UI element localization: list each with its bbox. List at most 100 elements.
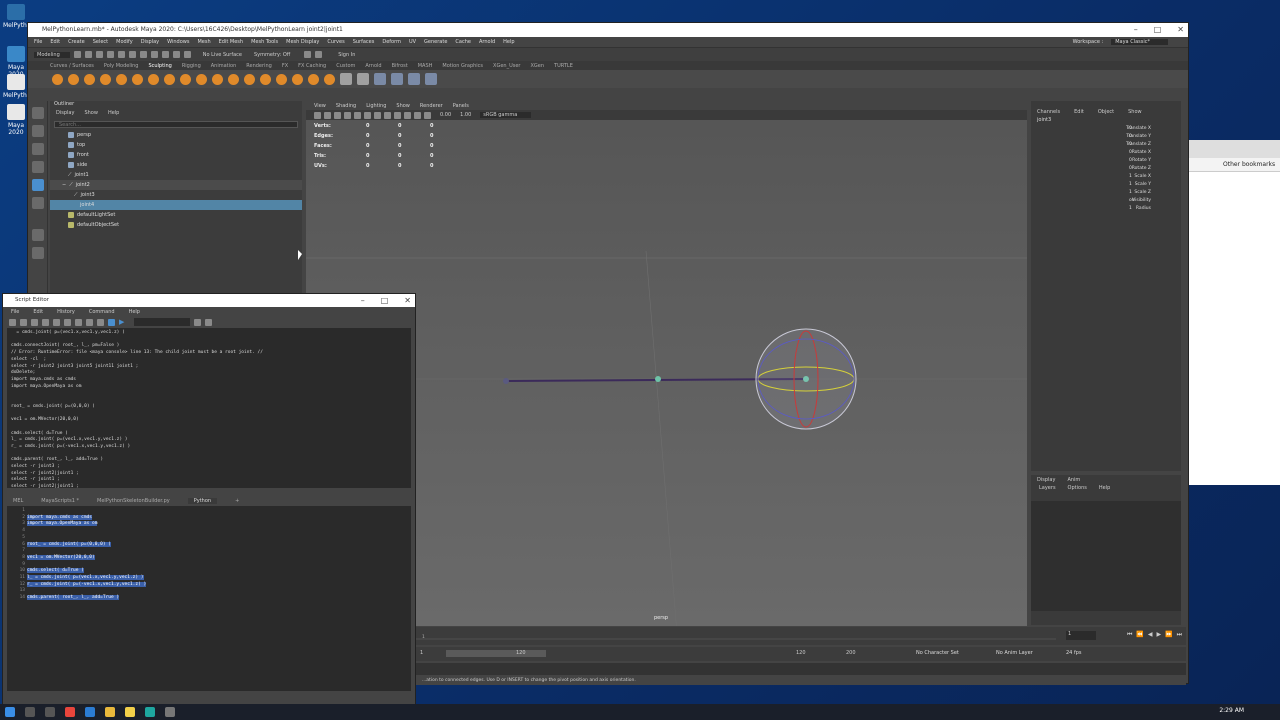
execute-all-icon[interactable]: ▶ <box>119 318 124 326</box>
anim-layer-tab[interactable]: Anim <box>1067 477 1080 483</box>
menu-edit[interactable]: Edit <box>50 39 60 45</box>
search-field[interactable] <box>134 318 191 326</box>
layers-menu[interactable]: Layers <box>1039 485 1056 491</box>
outliner-row[interactable]: ⟋ joint1 <box>50 170 302 180</box>
live-surface[interactable]: No Live Surface <box>203 52 242 58</box>
viewport-menu[interactable]: Show <box>396 103 410 109</box>
anim-end-field[interactable]: 200 <box>846 650 856 656</box>
playback-end-field[interactable]: 120 <box>796 650 806 656</box>
menu-generate[interactable]: Generate <box>424 39 447 45</box>
collapse-icon[interactable]: − <box>62 182 66 188</box>
lasso-tool-icon[interactable] <box>31 125 44 137</box>
desktop-icon[interactable]: MelPythonL... <box>3 4 43 29</box>
se-menu-file[interactable]: File <box>11 309 19 315</box>
textured-icon[interactable] <box>404 111 411 119</box>
move-tool-icon[interactable] <box>31 161 44 173</box>
maximize-icon[interactable]: □ <box>1154 23 1162 37</box>
history-output[interactable]: = cmds.joint( p=(vec1.x,vec1.y,vec1.z) )… <box>7 328 411 489</box>
snap-grid-icon[interactable] <box>161 51 169 58</box>
help-menu[interactable]: Help <box>1099 485 1110 491</box>
show-both-icon[interactable] <box>108 318 115 326</box>
shelf-tab[interactable]: Rigging <box>182 63 201 69</box>
edge-icon[interactable] <box>85 707 95 717</box>
menu-deform[interactable]: Deform <box>382 39 401 45</box>
pinch-tool-icon[interactable] <box>116 73 127 85</box>
symmetry-setting[interactable]: Symmetry: Off <box>254 52 290 58</box>
image-plane-icon[interactable] <box>344 111 351 119</box>
camera-attr-icon[interactable] <box>324 111 331 119</box>
menu-mesh-display[interactable]: Mesh Display <box>286 39 319 45</box>
shelf-tab[interactable]: FX <box>282 63 288 69</box>
channel-row[interactable]: Visibility on <box>1031 198 1181 206</box>
channel-row[interactable]: Scale X1 <box>1031 174 1181 182</box>
color-space-select[interactable]: sRGB gamma <box>480 112 532 118</box>
close-icon[interactable]: ✕ <box>404 294 411 307</box>
shadows-icon[interactable] <box>424 111 431 119</box>
show-menu[interactable]: Show <box>1128 109 1142 115</box>
select-object-icon[interactable] <box>139 51 147 58</box>
outliner-search-input[interactable]: Search... <box>54 121 298 128</box>
save-script-icon[interactable] <box>31 318 38 326</box>
outliner-row-selected[interactable]: joint4 <box>50 200 302 210</box>
menu-help[interactable]: Help <box>503 39 514 45</box>
shelf-tab[interactable]: Curves / Surfaces <box>50 63 94 69</box>
menu-uv[interactable]: UV <box>409 39 416 45</box>
clear-all-icon[interactable] <box>75 318 82 326</box>
repeat-tool-icon[interactable] <box>180 73 191 85</box>
step-forward-icon[interactable]: ⏩ <box>1165 631 1172 639</box>
smooth-shade-icon[interactable] <box>394 111 401 119</box>
amplify-tool-icon[interactable] <box>308 73 319 85</box>
outliner-row[interactable]: front <box>50 150 302 160</box>
outliner-row[interactable]: ⟋ joint3 <box>50 190 302 200</box>
options-menu[interactable]: Options <box>1068 485 1087 491</box>
menu-display[interactable]: Display <box>141 39 159 45</box>
menu-create[interactable]: Create <box>68 39 85 45</box>
outliner-row[interactable]: defaultObjectSet <box>50 220 302 230</box>
menu-surfaces[interactable]: Surfaces <box>353 39 375 45</box>
menu-windows[interactable]: Windows <box>167 39 189 45</box>
open-scene-icon[interactable] <box>84 51 92 58</box>
foamy-tool-icon[interactable] <box>148 73 159 85</box>
select-component-icon[interactable] <box>150 51 158 58</box>
viewport-menu[interactable]: Shading <box>336 103 356 109</box>
menu-mesh-tools[interactable]: Mesh Tools <box>251 39 278 45</box>
channel-row[interactable]: Rotate Z0 <box>1031 166 1181 174</box>
sign-in-button[interactable]: Sign In <box>338 52 355 58</box>
channel-row[interactable]: Translate Z0 <box>1031 142 1181 150</box>
viewport-menu[interactable]: Renderer <box>420 103 443 109</box>
search-next-icon[interactable] <box>205 318 213 326</box>
knife-tool-icon[interactable] <box>260 73 271 85</box>
outliner-menu-display[interactable]: Display <box>56 110 74 119</box>
lights-icon[interactable] <box>414 111 421 119</box>
smooth-tool-icon[interactable] <box>68 73 79 85</box>
undo-icon[interactable] <box>106 51 114 58</box>
channel-row[interactable]: Translate X0 <box>1031 126 1181 134</box>
open-script-icon[interactable] <box>9 318 16 326</box>
show-input-icon[interactable] <box>97 318 104 326</box>
exposure-field[interactable]: 0.00 <box>440 112 451 118</box>
settings-icon[interactable] <box>165 707 175 717</box>
echo-icon[interactable] <box>42 318 49 326</box>
grid-icon[interactable] <box>354 111 361 119</box>
layout-icon[interactable] <box>31 247 44 259</box>
gamma-field[interactable]: 1.00 <box>460 112 471 118</box>
wireframe-icon[interactable] <box>384 111 391 119</box>
save-scene-icon[interactable] <box>95 51 103 58</box>
shelf-tab[interactable]: XGen <box>530 63 544 69</box>
character-set-select[interactable]: No Character Set <box>916 650 959 656</box>
fill-tool-icon[interactable] <box>244 73 255 85</box>
shelf-tab[interactable]: Bifrost <box>392 63 408 69</box>
shelf-tab[interactable]: Poly Modeling <box>104 63 139 69</box>
se-menu-history[interactable]: History <box>57 309 75 315</box>
chrome-icon[interactable] <box>65 707 75 717</box>
minimize-icon[interactable]: – <box>361 294 365 307</box>
wax-tool-icon[interactable] <box>212 73 223 85</box>
outliner-row[interactable]: persp <box>50 130 302 140</box>
go-to-end-icon[interactable]: ⏭ <box>1177 631 1182 639</box>
mesh-icon[interactable] <box>408 73 420 85</box>
channel-row[interactable]: Rotate Y0 <box>1031 158 1181 166</box>
task-view-icon[interactable] <box>45 707 55 717</box>
menu-select[interactable]: Select <box>93 39 108 45</box>
unfreeze-icon[interactable] <box>357 73 369 85</box>
tab-mel[interactable]: MEL <box>13 498 23 504</box>
